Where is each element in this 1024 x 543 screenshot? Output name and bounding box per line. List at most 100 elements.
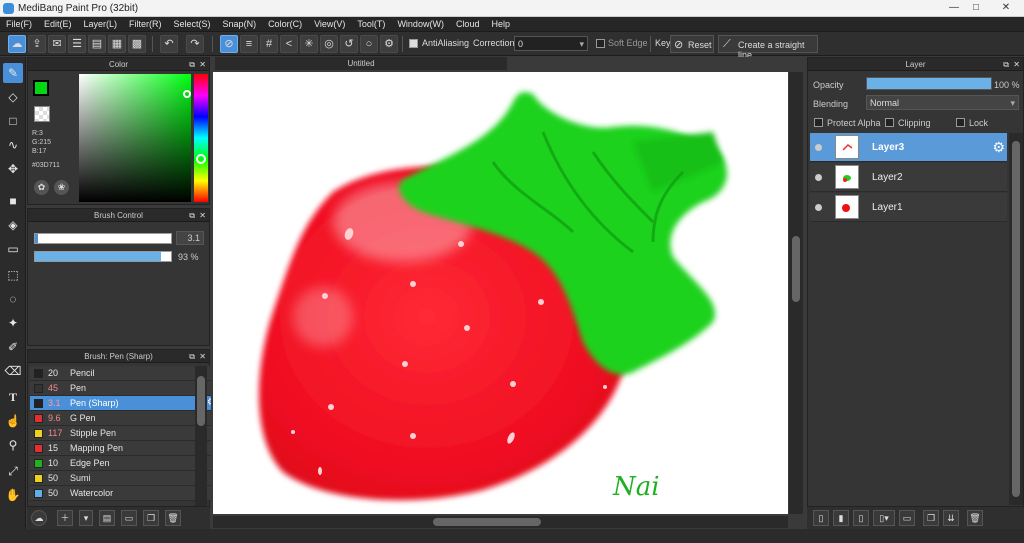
folder-icon[interactable]: ▭ bbox=[899, 510, 915, 526]
speech-icon[interactable]: ☰ bbox=[68, 35, 86, 53]
eyedropper-icon[interactable]: ⚲ bbox=[3, 435, 23, 455]
add-layer-dropdown-icon[interactable]: ▯▾ bbox=[873, 510, 895, 526]
text-tool-icon[interactable]: T bbox=[3, 387, 23, 407]
palette-add-icon[interactable]: ❀ bbox=[54, 180, 69, 195]
trash-icon[interactable]: 🗑 bbox=[165, 510, 181, 526]
menu-cloud[interactable]: Cloud bbox=[450, 17, 486, 31]
snap-off-icon[interactable]: ⊘ bbox=[220, 35, 238, 53]
parallel-snap-icon[interactable]: ≡ bbox=[240, 35, 258, 53]
blending-select[interactable]: Normal ▾ bbox=[866, 95, 1019, 110]
straight-line-button[interactable]: ⟋ Create a straight line bbox=[718, 35, 818, 60]
pen-pick-icon[interactable]: ⤢ bbox=[3, 461, 23, 481]
cross-snap-icon[interactable]: # bbox=[260, 35, 278, 53]
add-brush-icon[interactable]: ＋ bbox=[57, 510, 73, 526]
brush-opacity-slider[interactable] bbox=[34, 251, 172, 262]
undock-icon[interactable]: ⧉ bbox=[189, 209, 195, 222]
layer-row-layer3[interactable]: Layer3 ⚙ bbox=[810, 133, 1007, 162]
soft-edge-checkbox[interactable] bbox=[596, 39, 605, 48]
undock-icon[interactable]: ⧉ bbox=[189, 350, 195, 363]
brush-list-scrollbar[interactable] bbox=[195, 366, 207, 506]
undock-icon[interactable]: ⧉ bbox=[189, 58, 195, 71]
vanishing-snap-icon[interactable]: < bbox=[280, 35, 298, 53]
select-pen-icon[interactable]: ✐ bbox=[3, 337, 23, 357]
undo-icon[interactable]: ↶ bbox=[160, 35, 178, 53]
protect-alpha-checkbox[interactable] bbox=[814, 118, 823, 127]
undock-icon[interactable]: ⧉ bbox=[1003, 58, 1009, 71]
shape-tool-icon[interactable]: ■ bbox=[3, 191, 23, 211]
menu-filter[interactable]: Filter(R) bbox=[123, 17, 168, 31]
brush-size-value[interactable]: 3.1 bbox=[176, 231, 204, 245]
menu-view[interactable]: View(V) bbox=[308, 17, 351, 31]
lasso-tool-icon[interactable]: ◌ bbox=[3, 289, 23, 309]
layer-opacity-slider[interactable] bbox=[866, 77, 992, 90]
brush-list-item[interactable]: 20 Pencil bbox=[30, 366, 220, 381]
redo-icon[interactable]: ↷ bbox=[186, 35, 204, 53]
duplicate-icon[interactable]: ❐ bbox=[143, 510, 159, 526]
canvas-vertical-scrollbar[interactable] bbox=[789, 72, 803, 514]
palette-icon[interactable]: ✿ bbox=[34, 180, 49, 195]
brush-list-item[interactable]: 10 Edge Pen bbox=[30, 456, 220, 471]
visibility-eye-icon[interactable] bbox=[815, 174, 822, 181]
menu-snap[interactable]: Snap(N) bbox=[217, 17, 263, 31]
panel-close-icon[interactable]: ✕ bbox=[199, 209, 206, 222]
hue-cursor[interactable] bbox=[196, 154, 206, 164]
layer-list-scrollbar[interactable] bbox=[1009, 133, 1023, 505]
radial-snap-icon[interactable]: ✳ bbox=[300, 35, 318, 53]
trash-icon[interactable]: 🗑 bbox=[967, 510, 983, 526]
reset-button[interactable]: ⊘ Reset bbox=[670, 35, 714, 53]
brush-list-item[interactable]: 50 Sumi bbox=[30, 471, 220, 486]
comment-icon[interactable]: ✉ bbox=[48, 35, 66, 53]
close-window-button[interactable]: ✕ bbox=[996, 1, 1016, 15]
saturation-value-picker[interactable] bbox=[79, 74, 191, 202]
select-eraser-icon[interactable]: ⌫ bbox=[3, 361, 23, 381]
menu-edit[interactable]: Edit(E) bbox=[38, 17, 78, 31]
new-layer-icon[interactable]: ▯ bbox=[813, 510, 829, 526]
snap-settings-icon[interactable]: ⚙ bbox=[380, 35, 398, 53]
operation-tool-icon[interactable]: ☝ bbox=[3, 411, 23, 431]
minimize-button[interactable]: — bbox=[944, 1, 964, 15]
cloud-brush-icon[interactable]: ☁ bbox=[31, 510, 47, 526]
document-icon[interactable]: ▤ bbox=[88, 35, 106, 53]
folder-icon[interactable]: ▭ bbox=[121, 510, 137, 526]
menu-color[interactable]: Color(C) bbox=[262, 17, 308, 31]
correction-select[interactable]: 0 ▾ bbox=[514, 36, 588, 51]
brush-tool-icon[interactable]: ✎ bbox=[3, 63, 23, 83]
panel-close-icon[interactable]: ✕ bbox=[199, 58, 206, 71]
menu-window[interactable]: Window(W) bbox=[391, 17, 450, 31]
layer-row-layer2[interactable]: Layer2 bbox=[810, 163, 1007, 192]
brush-size-slider[interactable] bbox=[34, 233, 172, 244]
concentric-snap-icon[interactable]: ◎ bbox=[320, 35, 338, 53]
fill-tool-icon[interactable]: ◈ bbox=[3, 215, 23, 235]
cloud-icon[interactable]: ☁ bbox=[8, 35, 26, 53]
visibility-eye-icon[interactable] bbox=[815, 144, 822, 151]
menu-layer[interactable]: Layer(L) bbox=[78, 17, 124, 31]
menu-file[interactable]: File(F) bbox=[0, 17, 38, 31]
layer-row-layer1[interactable]: Layer1 bbox=[810, 193, 1007, 222]
brush-list-item[interactable]: 15 Mapping Pen bbox=[30, 441, 220, 456]
brush-list-item[interactable]: 9.6 G Pen bbox=[30, 411, 220, 426]
clipping-checkbox[interactable] bbox=[885, 118, 894, 127]
move-tool-icon[interactable]: ✥ bbox=[3, 159, 23, 179]
gradient-tool-icon[interactable]: ▭ bbox=[3, 239, 23, 259]
brush-list-item[interactable]: 117 Stipple Pen bbox=[30, 426, 220, 441]
foreground-color-swatch[interactable] bbox=[33, 80, 49, 96]
stroke-tool-icon[interactable]: ∿ bbox=[3, 135, 23, 155]
antialiasing-checkbox[interactable] bbox=[409, 39, 418, 48]
gear-icon[interactable]: ⚙ bbox=[992, 139, 1005, 156]
brush-list-item[interactable]: 45 Pen bbox=[30, 381, 220, 396]
menu-help[interactable]: Help bbox=[485, 17, 516, 31]
new-halftone-layer-icon[interactable]: ▮ bbox=[833, 510, 849, 526]
panel-close-icon[interactable]: ✕ bbox=[199, 350, 206, 363]
panel-close-icon[interactable]: ✕ bbox=[1013, 58, 1020, 71]
canvas-horizontal-scrollbar[interactable] bbox=[213, 516, 788, 528]
hue-slider[interactable] bbox=[194, 74, 208, 202]
brush-list-item[interactable]: 3.1Pen (Sharp)⚙ bbox=[30, 396, 220, 411]
dot-tool-icon[interactable]: □ bbox=[3, 111, 23, 131]
grid-doc-icon[interactable]: ▦ bbox=[108, 35, 126, 53]
eraser-tool-icon[interactable]: ◇ bbox=[3, 87, 23, 107]
sv-cursor[interactable] bbox=[183, 90, 191, 98]
brush-properties-icon[interactable]: ▤ bbox=[99, 510, 115, 526]
duplicate-layer-icon[interactable]: ❐ bbox=[923, 510, 939, 526]
select-tool-icon[interactable]: ⬚ bbox=[3, 265, 23, 285]
visibility-eye-icon[interactable] bbox=[815, 204, 822, 211]
